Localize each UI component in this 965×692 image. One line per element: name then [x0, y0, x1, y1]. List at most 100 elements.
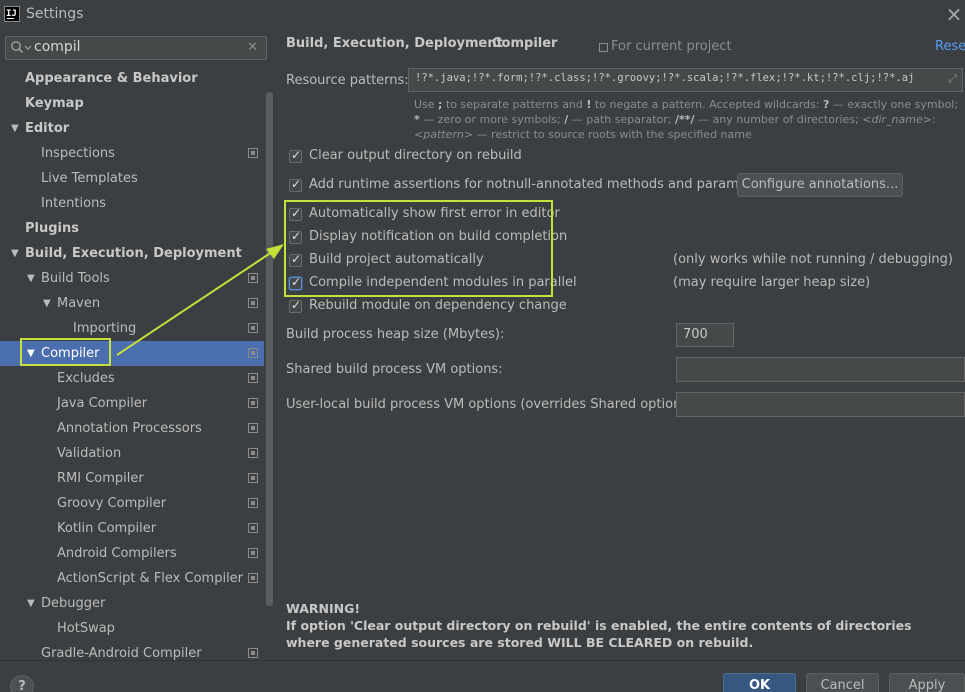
warning-text: If option 'Clear output directory on reb… [286, 618, 912, 650]
tree-item-plugins[interactable]: Plugins [0, 216, 264, 241]
tree-item-gradle-android-compiler[interactable]: Gradle-Android Compiler [0, 641, 264, 660]
project-level-icon [248, 273, 258, 283]
resource-patterns-input[interactable]: !?*.java;!?*.form;!?*.class;!?*.groovy;!… [415, 72, 914, 84]
tree-item-debugger[interactable]: ▼ Debugger [0, 591, 264, 616]
expand-arrow-icon[interactable]: ▼ [11, 241, 19, 266]
tree-item-label: Plugins [25, 221, 79, 236]
apply-button[interactable]: Apply [889, 673, 965, 692]
tree-item-editor[interactable]: ▼ Editor [0, 116, 264, 141]
tree-item-maven[interactable]: ▼ Maven [0, 291, 264, 316]
expand-arrow-icon[interactable]: ▼ [43, 291, 51, 316]
runtime-assertions-label: Add runtime assertions for notnull-annot… [309, 177, 773, 192]
clear-output-checkbox[interactable] [289, 148, 302, 163]
warning-message: WARNING! If option 'Clear output directo… [286, 600, 956, 651]
resource-patterns-hint: Use ; to separate patterns and ! to nega… [414, 98, 959, 141]
search-field[interactable]: compil ✕ [5, 36, 267, 60]
tree-item-intentions[interactable]: Intentions [0, 191, 264, 216]
rebuild-module-label: Rebuild module on dependency change [309, 298, 567, 313]
project-level-icon [248, 548, 258, 558]
heap-size-field[interactable]: 700 [676, 323, 734, 347]
user-vm-options-input[interactable] [676, 392, 965, 417]
tree-item-label: Maven [57, 296, 101, 311]
warning-title: WARNING! [286, 601, 361, 616]
rebuild-module-checkbox[interactable] [289, 298, 302, 313]
cancel-button[interactable]: Cancel [806, 673, 879, 692]
tree-item-java-compiler[interactable]: Java Compiler [0, 391, 264, 416]
close-icon[interactable]: × [944, 4, 964, 24]
tree-item-label: Android Compilers [57, 546, 177, 561]
tree-item-label: Live Templates [41, 171, 138, 186]
tree-item-actionscript-flex-compiler[interactable]: ActionScript & Flex Compiler [0, 566, 264, 591]
tree-item-label: Debugger [41, 596, 106, 611]
resource-patterns-field[interactable]: !?*.java;!?*.form;!?*.class;!?*.groovy;!… [408, 68, 963, 92]
search-input[interactable]: compil [34, 39, 81, 55]
tree-item-build-execution-deployment[interactable]: ▼ Build, Execution, Deployment [0, 241, 264, 266]
highlight-box-options [284, 200, 553, 297]
tree-item-excludes[interactable]: Excludes [0, 366, 264, 391]
expand-arrow-icon[interactable]: ▼ [11, 116, 19, 141]
tree-item-label: RMI Compiler [57, 471, 144, 486]
heap-size-label: Build process heap size (Mbytes): [286, 327, 505, 342]
dialog-button-bar: ? OK Cancel Apply [0, 660, 965, 692]
help-button[interactable]: ? [10, 675, 34, 692]
clear-output-label: Clear output directory on rebuild [309, 148, 522, 163]
breadcrumb-separator: › [478, 36, 484, 51]
shared-vm-options-label: Shared build process VM options: [286, 362, 503, 377]
tree-item-build-tools[interactable]: ▼ Build Tools [0, 266, 264, 291]
tree-item-label: Gradle-Android Compiler [41, 646, 202, 660]
shared-vm-options-input[interactable] [676, 357, 965, 382]
runtime-assertions-checkbox[interactable] [289, 177, 302, 192]
intellij-app-icon: IJ [4, 6, 20, 22]
tree-item-label: HotSwap [57, 621, 115, 636]
tree-item-label: Intentions [41, 196, 107, 211]
compiler-settings-panel: Build, Execution, Deployment › Compiler … [275, 30, 965, 660]
tree-item-kotlin-compiler[interactable]: Kotlin Compiler [0, 516, 264, 541]
tree-scrollbar[interactable] [266, 92, 273, 606]
build-automatically-note: (only works while not running / debuggin… [673, 252, 953, 267]
expand-arrow-icon[interactable]: ▼ [27, 591, 35, 616]
highlight-box-compiler [20, 338, 111, 366]
tree-item-hotswap[interactable]: HotSwap [0, 616, 264, 641]
expand-arrow-icon[interactable]: ▼ [27, 266, 35, 291]
tree-item-android-compilers[interactable]: Android Compilers [0, 541, 264, 566]
tree-item-label: Inspections [41, 146, 115, 161]
project-level-icon [248, 348, 258, 358]
project-level-icon [248, 373, 258, 383]
resource-patterns-label: Resource patterns: [286, 73, 409, 88]
tree-item-validation[interactable]: Validation [0, 441, 264, 466]
breadcrumb-compiler: Compiler [492, 36, 558, 51]
tree-item-label: Annotation Processors [57, 421, 202, 436]
project-scope-icon [599, 43, 608, 52]
tree-item-inspections[interactable]: Inspections [0, 141, 264, 166]
tree-item-label: Kotlin Compiler [57, 521, 157, 536]
reset-link[interactable]: Reset [935, 39, 965, 54]
window-title: Settings [26, 6, 84, 22]
tree-item-label: Appearance & Behavior [25, 71, 198, 86]
tree-item-keymap[interactable]: Keymap [0, 91, 264, 116]
tree-item-groovy-compiler[interactable]: Groovy Compiler [0, 491, 264, 516]
tree-item-label: Build Tools [41, 271, 110, 286]
user-vm-options-label: User-local build process VM options (ove… [286, 397, 698, 412]
project-level-icon [248, 498, 258, 508]
configure-annotations-button[interactable]: Configure annotations... [737, 173, 903, 197]
project-level-icon [248, 148, 258, 158]
tree-item-live-templates[interactable]: Live Templates [0, 166, 264, 191]
clear-search-icon[interactable]: ✕ [247, 40, 258, 55]
tree-item-label: Groovy Compiler [57, 496, 167, 511]
expand-icon[interactable]: ⤢ [948, 72, 957, 86]
project-level-icon [248, 298, 258, 308]
tree-item-label: Validation [57, 446, 122, 461]
ok-button[interactable]: OK [723, 673, 796, 692]
breadcrumb-build-execution: Build, Execution, Deployment [286, 36, 503, 51]
tree-item-label: Editor [25, 121, 70, 136]
tree-item-label: Excludes [57, 371, 115, 386]
project-level-icon [248, 473, 258, 483]
project-level-icon [248, 423, 258, 433]
search-icon[interactable] [10, 40, 32, 56]
tree-item-annotation-processors[interactable]: Annotation Processors [0, 416, 264, 441]
heap-size-input[interactable]: 700 [683, 327, 708, 342]
tree-item-label: ActionScript & Flex Compiler [57, 571, 244, 586]
title-bar: IJ Settings × [0, 0, 965, 30]
tree-item-rmi-compiler[interactable]: RMI Compiler [0, 466, 264, 491]
tree-item-appearance-behavior[interactable]: Appearance & Behavior [0, 66, 264, 91]
